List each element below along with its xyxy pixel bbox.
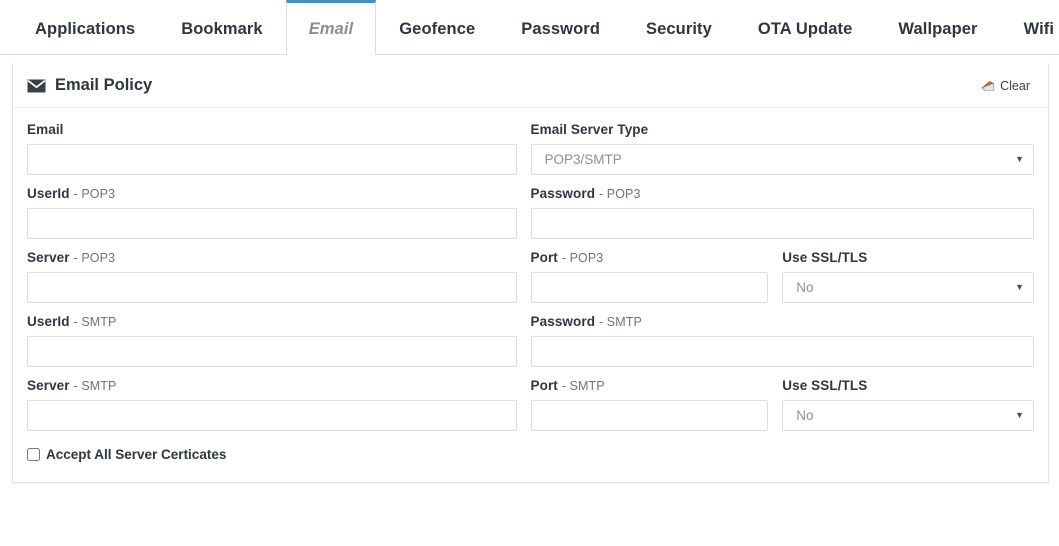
server-smtp-input[interactable] (27, 400, 517, 431)
field-password-pop3: Password - POP3 (530, 186, 1035, 239)
tab-bar: Applications Bookmark Email Geofence Pas… (0, 0, 1059, 56)
port-smtp-input[interactable] (530, 400, 769, 431)
server-pop3-label-sub: - POP3 (73, 251, 116, 265)
email-policy-form: Email Email Server Type POP3/SMTP ▼ User… (13, 108, 1048, 482)
port-pop3-label-text: Port (530, 250, 558, 265)
clear-label: Clear (1000, 78, 1030, 93)
field-ssl-pop3: Use SSL/TLS No ▼ (782, 250, 1034, 303)
ssl-smtp-label: Use SSL/TLS (782, 378, 1034, 393)
tab-label: Security (646, 19, 712, 38)
port-smtp-label-text: Port (530, 378, 558, 393)
envelope-icon (27, 79, 46, 93)
server-smtp-label-sub: - SMTP (73, 379, 117, 393)
tab-label: OTA Update (757, 19, 853, 38)
tab-bookmark[interactable]: Bookmark (158, 0, 286, 55)
ssl-smtp-value: No (796, 408, 814, 423)
port-pop3-label-sub: - POP3 (561, 251, 604, 265)
userid-pop3-input[interactable] (27, 208, 517, 239)
tab-geofence[interactable]: Geofence (376, 0, 498, 55)
userid-pop3-label: UserId - POP3 (27, 186, 517, 201)
email-server-type-select[interactable]: POP3/SMTP ▼ (530, 144, 1034, 175)
form-row-smtp-credentials: UserId - SMTP Password - SMTP (27, 314, 1034, 367)
field-userid-smtp: UserId - SMTP (27, 314, 531, 367)
userid-smtp-label-sub: - SMTP (73, 315, 117, 329)
tab-label: Password (521, 19, 600, 38)
form-row-email: Email Email Server Type POP3/SMTP ▼ (27, 122, 1034, 175)
password-smtp-label-sub: - SMTP (598, 315, 642, 329)
server-smtp-label-text: Server (27, 378, 70, 393)
tab-list: Applications Bookmark Email Geofence Pas… (0, 0, 1059, 56)
ssl-pop3-select[interactable]: No ▼ (782, 272, 1034, 303)
userid-smtp-label-text: UserId (27, 314, 70, 329)
field-port-smtp: Port - SMTP (530, 378, 783, 431)
form-row-pop3-server: Server - POP3 Port - POP3 Use SSL/TLS No (27, 250, 1034, 303)
password-pop3-label-text: Password (530, 186, 596, 201)
email-server-type-value: POP3/SMTP (544, 152, 622, 167)
email-label-text: Email (27, 122, 64, 137)
server-smtp-label: Server - SMTP (27, 378, 517, 393)
tab-label: Email (308, 19, 354, 38)
tab-email[interactable]: Email (285, 0, 377, 56)
tab-security[interactable]: Security (623, 0, 735, 55)
email-input[interactable] (27, 144, 517, 175)
accept-all-certs-label[interactable]: Accept All Server Certicates (46, 447, 226, 462)
password-smtp-input[interactable] (530, 336, 1034, 367)
email-label: Email (27, 122, 517, 137)
chevron-down-icon: ▼ (1015, 410, 1024, 420)
port-pop3-label: Port - POP3 (531, 250, 769, 265)
accept-all-certs-checkbox[interactable] (27, 448, 40, 461)
userid-smtp-label: UserId - SMTP (27, 314, 517, 329)
server-pop3-input[interactable] (27, 272, 517, 303)
port-pop3-input[interactable] (530, 272, 769, 303)
card-header: Email Policy Clear (13, 63, 1048, 108)
field-server-smtp: Server - SMTP (27, 378, 531, 431)
tab-ota-update[interactable]: OTA Update (735, 0, 876, 55)
tab-label: Wifi (1023, 19, 1055, 38)
form-row-smtp-server: Server - SMTP Port - SMTP Use SSL/TLS No (27, 378, 1034, 431)
field-server-pop3: Server - POP3 (27, 250, 531, 303)
email-server-type-label: Email Server Type (531, 122, 1035, 137)
email-policy-card: Email Policy Clear Email Email Server Ty… (12, 63, 1049, 483)
tab-applications[interactable]: Applications (12, 0, 158, 55)
ssl-smtp-select[interactable]: No ▼ (782, 400, 1034, 431)
field-password-smtp: Password - SMTP (530, 314, 1035, 367)
tab-password[interactable]: Password (498, 0, 623, 55)
page-title: Email Policy (27, 76, 152, 95)
tab-label: Wallpaper (898, 19, 978, 38)
ssl-smtp-label-text: Use SSL/TLS (782, 378, 868, 393)
password-pop3-label-sub: - POP3 (598, 187, 641, 201)
clear-button[interactable]: Clear (977, 77, 1034, 95)
chevron-down-icon: ▼ (1015, 154, 1024, 164)
server-pop3-label: Server - POP3 (27, 250, 517, 265)
tab-label: Geofence (399, 19, 476, 38)
form-row-pop3-credentials: UserId - POP3 Password - POP3 (27, 186, 1034, 239)
tab-wallpaper[interactable]: Wallpaper (875, 0, 1000, 55)
tab-label: Applications (35, 19, 136, 38)
userid-pop3-label-text: UserId (27, 186, 70, 201)
field-ssl-smtp: Use SSL/TLS No ▼ (782, 378, 1034, 431)
chevron-down-icon: ▼ (1015, 282, 1024, 292)
ssl-pop3-label: Use SSL/TLS (782, 250, 1034, 265)
email-server-type-label-text: Email Server Type (530, 122, 649, 137)
field-email-server-type: Email Server Type POP3/SMTP ▼ (530, 122, 1035, 175)
ssl-pop3-label-text: Use SSL/TLS (782, 250, 868, 265)
port-smtp-label-sub: - SMTP (561, 379, 605, 393)
field-port-pop3: Port - POP3 (530, 250, 783, 303)
field-email: Email (27, 122, 531, 175)
card-title-text: Email Policy (55, 76, 153, 94)
server-pop3-label-text: Server (27, 250, 70, 265)
password-pop3-input[interactable] (530, 208, 1034, 239)
password-smtp-label: Password - SMTP (531, 314, 1035, 329)
password-smtp-label-text: Password (530, 314, 596, 329)
tab-label: Bookmark (181, 19, 263, 38)
eraser-icon (981, 80, 995, 92)
port-smtp-label: Port - SMTP (531, 378, 769, 393)
password-pop3-label: Password - POP3 (531, 186, 1035, 201)
field-accept-all-certs: Accept All Server Certicates (27, 447, 1034, 462)
userid-smtp-input[interactable] (27, 336, 517, 367)
tab-wifi[interactable]: Wifi (1001, 0, 1059, 55)
field-userid-pop3: UserId - POP3 (27, 186, 531, 239)
userid-pop3-label-sub: - POP3 (73, 187, 116, 201)
ssl-pop3-value: No (796, 280, 814, 295)
